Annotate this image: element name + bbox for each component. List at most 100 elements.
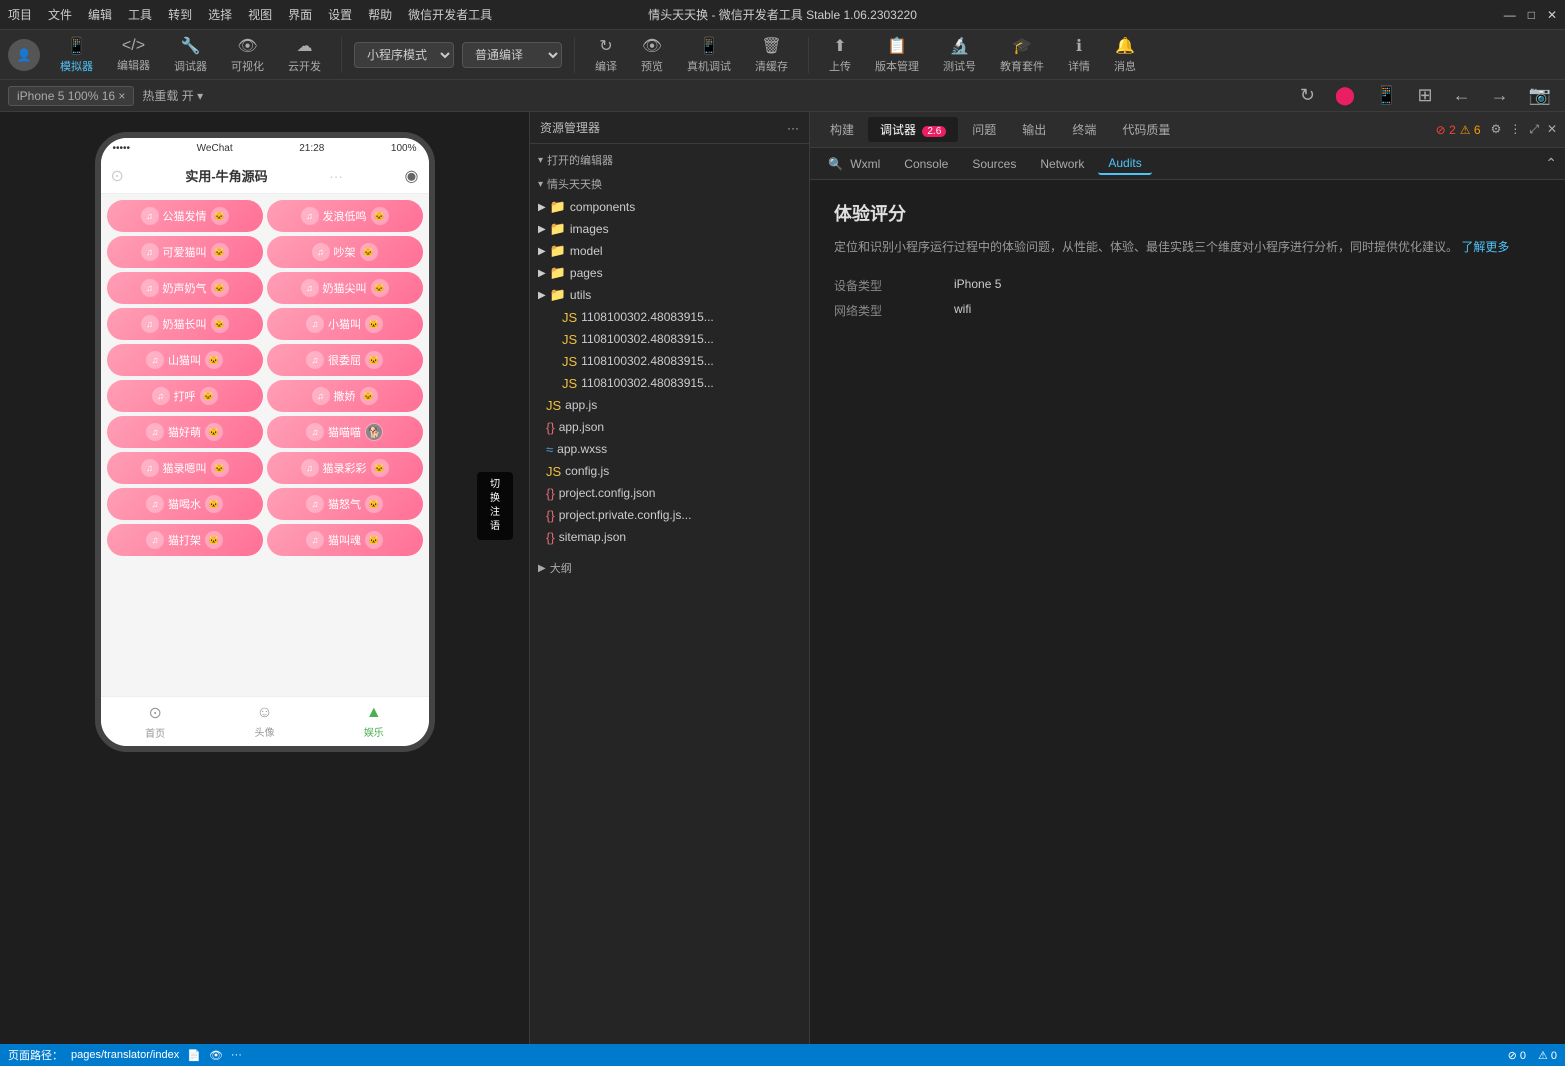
phone-btn-1-1[interactable]: ♫ 吵架 🐱	[267, 236, 423, 268]
phone-btn-2-0[interactable]: ♫ 奶声奶气 🐱	[107, 272, 263, 304]
sub-tab-sources[interactable]: Sources	[962, 154, 1026, 174]
menu-file[interactable]: 文件	[48, 6, 72, 23]
avatar[interactable]: 👤	[8, 39, 40, 71]
menu-interface[interactable]: 界面	[288, 6, 312, 23]
compile-mode-select[interactable]: 普通编译	[462, 42, 562, 68]
phone-tab-entertainment[interactable]: ▲ 娱乐	[319, 697, 428, 746]
version-btn[interactable]: 📋 版本管理	[867, 32, 927, 78]
phone-btn-4-0[interactable]: ♫ 山猫叫 🐱	[107, 344, 263, 376]
phone-icon[interactable]: 📱	[1369, 83, 1403, 108]
message-btn[interactable]: 🔔 消息	[1106, 32, 1144, 78]
multi-window-icon[interactable]: ⊞	[1411, 83, 1438, 108]
menu-select[interactable]: 选择	[208, 6, 232, 23]
status-file-icon[interactable]: 📄	[187, 1049, 201, 1062]
devtools-expand-icon[interactable]: ⤢	[1529, 122, 1539, 137]
folder-components[interactable]: ▶ 📁 components	[530, 196, 809, 218]
folder-utils[interactable]: ▶ 📁 utils	[530, 284, 809, 306]
phone-btn-3-0[interactable]: ♫ 奶猫长叫 🐱	[107, 308, 263, 340]
phone-btn-2-1[interactable]: ♫ 奶猫尖叫 🐱	[267, 272, 423, 304]
phone-nav-dot[interactable]: ◉	[405, 166, 419, 186]
phone-btn-8-0[interactable]: ♫ 猫喝水 🐱	[107, 488, 263, 520]
devtools-collapse-icon[interactable]: ⌃	[1545, 155, 1557, 172]
folder-pages[interactable]: ▶ 📁 pages	[530, 262, 809, 284]
menu-view[interactable]: 视图	[248, 6, 272, 23]
forward-icon[interactable]: →	[1485, 83, 1515, 108]
switch-lang-overlay[interactable]: 切换注语	[477, 472, 513, 540]
clear-cache-btn[interactable]: 🗑 清缓存	[747, 32, 796, 78]
phone-btn-5-1[interactable]: ♫ 撒娇 🐱	[267, 380, 423, 412]
menu-bar[interactable]: 项目 文件 编辑 工具 转到 选择 视图 界面 设置 帮助 微信开发者工具	[8, 6, 492, 23]
devtools-tab-issues[interactable]: 问题	[960, 117, 1008, 142]
devtools-tab-codequality[interactable]: 代码质量	[1110, 117, 1182, 142]
open-editors-header[interactable]: ▾ 打开的编辑器	[530, 148, 809, 172]
file-appjs[interactable]: JS app.js	[530, 394, 809, 416]
menu-settings[interactable]: 设置	[328, 6, 352, 23]
sub-tab-wxml[interactable]: 🔍 Wxml	[818, 154, 890, 174]
phone-btn-3-1[interactable]: ♫ 小猫叫 🐱	[267, 308, 423, 340]
devtools-settings-icon[interactable]: ⚙	[1491, 122, 1502, 137]
compile-btn[interactable]: ↻ 编译	[587, 32, 625, 78]
phone-tab-home[interactable]: ⊙ 首页	[101, 697, 210, 746]
detail-btn[interactable]: ℹ 详情	[1060, 32, 1098, 78]
phone-nav-back[interactable]: ⊙	[111, 166, 124, 186]
phone-btn-0-0[interactable]: ♫ 公猫发情 🐱	[107, 200, 263, 232]
status-view-icon[interactable]: 👁	[209, 1049, 223, 1062]
file-tree-more-icon[interactable]: ···	[787, 121, 799, 135]
phone-btn-0-1[interactable]: ♫ 发浪低鸣 🐱	[267, 200, 423, 232]
device-select[interactable]: iPhone 5 100% 16 ×	[8, 86, 134, 106]
file-appjson[interactable]: {} app.json	[530, 416, 809, 438]
audits-learn-more-link[interactable]: 了解更多	[1461, 240, 1509, 254]
refresh-btn[interactable]: ↻	[1294, 83, 1321, 108]
devtools-tab-debugger[interactable]: 调试器 2.6	[868, 117, 958, 142]
file-projectconfig[interactable]: {} project.config.json	[530, 482, 809, 504]
phone-btn-5-0[interactable]: ♫ 打呼 🐱	[107, 380, 263, 412]
devtools-close-icon[interactable]: ✕	[1547, 122, 1557, 137]
menu-goto[interactable]: 转到	[168, 6, 192, 23]
close-button[interactable]: ✕	[1547, 8, 1557, 22]
preview-btn[interactable]: 👁 预览	[633, 32, 671, 78]
menu-help[interactable]: 帮助	[368, 6, 392, 23]
visualize-btn[interactable]: 👁 可视化	[223, 32, 272, 78]
phone-btn-8-1[interactable]: ♫ 猫怒气 🐱	[267, 488, 423, 520]
file-sitemap[interactable]: {} sitemap.json	[530, 526, 809, 548]
editor-btn[interactable]: </> 编辑器	[109, 33, 158, 77]
cloud-btn[interactable]: ☁ 云开发	[280, 32, 329, 78]
phone-btn-4-1[interactable]: ♫ 很委屈 🐱	[267, 344, 423, 376]
test-btn[interactable]: 🔬 测试号	[935, 32, 984, 78]
file-projectprivate[interactable]: {} project.private.config.js...	[530, 504, 809, 526]
upload-btn[interactable]: ⬆ 上传	[821, 32, 859, 78]
maximize-button[interactable]: □	[1528, 8, 1535, 22]
phone-tab-avatar[interactable]: ☺ 头像	[210, 697, 319, 746]
status-more-icon[interactable]: ···	[231, 1049, 242, 1061]
devtools-tab-terminal[interactable]: 终端	[1060, 117, 1108, 142]
window-controls[interactable]: — □ ✕	[1504, 8, 1557, 22]
devtools-more-icon[interactable]: ⋮	[1509, 122, 1521, 137]
file-configjs[interactable]: JS config.js	[530, 460, 809, 482]
back-icon[interactable]: ←	[1447, 83, 1477, 108]
minimize-button[interactable]: —	[1504, 8, 1516, 22]
sub-tab-console[interactable]: Console	[894, 154, 958, 174]
sub-tab-network[interactable]: Network	[1030, 154, 1094, 174]
file-0[interactable]: JS 1108100302.48083915...	[530, 306, 809, 328]
camera-icon[interactable]: 📷	[1523, 83, 1557, 108]
menu-devtools[interactable]: 微信开发者工具	[408, 6, 492, 23]
simulator-btn[interactable]: 📱 模拟器	[52, 32, 101, 78]
devtools-tab-build[interactable]: 构建	[818, 117, 866, 142]
sub-tab-audits[interactable]: Audits	[1098, 153, 1151, 175]
phone-nav-menu[interactable]: ···	[329, 168, 343, 184]
phone-btn-9-1[interactable]: ♫ 猫叫魂 🐱	[267, 524, 423, 556]
file-1[interactable]: JS 1108100302.48083915...	[530, 328, 809, 350]
record-btn[interactable]: ⬤	[1329, 83, 1361, 108]
phone-btn-6-0[interactable]: ♫ 猫好萌 🐱	[107, 416, 263, 448]
folder-images[interactable]: ▶ 📁 images	[530, 218, 809, 240]
status-path[interactable]: pages/translator/index	[71, 1049, 179, 1061]
debugger-btn[interactable]: 🔧 调试器	[166, 32, 215, 78]
menu-edit[interactable]: 编辑	[88, 6, 112, 23]
phone-btn-7-0[interactable]: ♫ 猫录嗯叫 🐱	[107, 452, 263, 484]
devtools-tab-output[interactable]: 输出	[1010, 117, 1058, 142]
menu-tools[interactable]: 工具	[128, 6, 152, 23]
file-3[interactable]: JS 1108100302.48083915...	[530, 372, 809, 394]
edu-btn[interactable]: 🎓 教育套件	[992, 32, 1052, 78]
project-header[interactable]: ▾ 情头天天换	[530, 172, 809, 196]
file-appwxss[interactable]: ≈ app.wxss	[530, 438, 809, 460]
